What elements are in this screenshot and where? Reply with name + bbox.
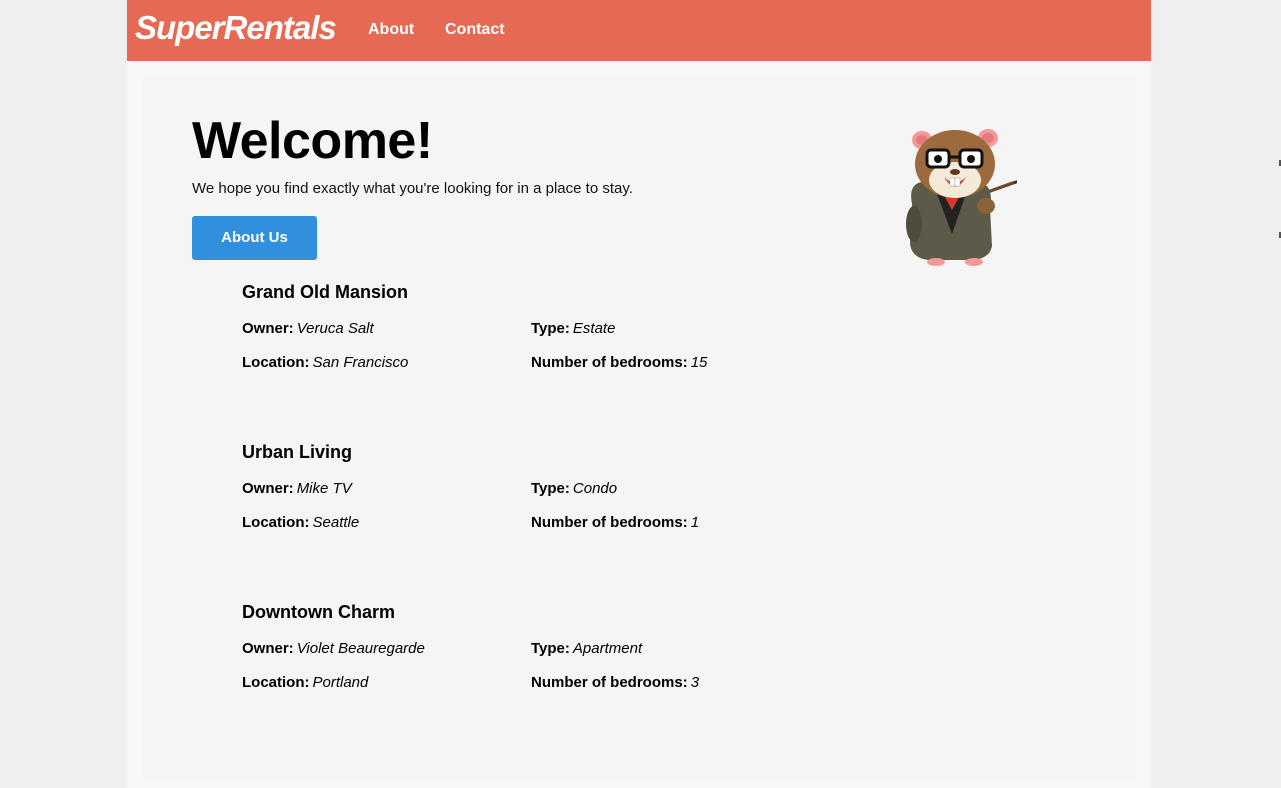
rental-type: Type: Apartment [531,640,642,657]
rental-type: Type: Estate [531,320,615,337]
bedrooms-label: Number of bedrooms: [531,354,688,371]
tomster-mascot-icon [906,129,1017,266]
bedrooms-label: Number of bedrooms: [531,514,688,531]
rental-location: Location: San Francisco [242,354,408,371]
rental-owner: Owner: Violet Beauregarde [242,640,425,657]
location-value: Portland [312,674,369,691]
welcome-tagline: We hope you find exactly what you're loo… [192,180,633,197]
type-label: Type: [531,320,570,337]
bedrooms-value: 1 [690,514,700,531]
owner-value: Violet Beauregarde [296,640,425,657]
rental-bedrooms: Number of bedrooms: 15 [531,354,707,371]
nav-link-contact[interactable]: Contact [445,21,505,39]
type-label: Type: [531,480,570,497]
content-panel: Welcome! We hope you find exactly what y… [142,76,1136,779]
location-label: Location: [242,354,310,371]
location-value: Seattle [312,514,360,531]
owner-label: Owner: [242,640,294,657]
welcome-heading: Welcome! [192,112,433,170]
type-value: Estate [572,320,616,337]
rental-bedrooms: Number of bedrooms: 1 [531,514,699,531]
rental-title: Grand Old Mansion [242,282,409,302]
type-value: Apartment [572,640,643,657]
rental-listing: Urban Living Owner: Mike TV Type: Condo Lo… [242,442,802,562]
location-value: San Francisco [312,354,409,371]
rental-type: Type: Condo [531,480,617,497]
nav-link-about[interactable]: About [368,21,414,39]
rental-location: Location: Portland [242,674,368,691]
rental-owner: Owner: Mike TV [242,480,352,497]
owner-label: Owner: [242,480,294,497]
rental-owner: Owner: Veruca Salt [242,320,374,337]
rental-title: Urban Living [242,442,353,462]
brand-logo-link[interactable]: SuperRentals [135,9,337,47]
owner-label: Owner: [242,320,294,337]
owner-value: Mike TV [296,480,352,497]
type-label: Type: [531,640,570,657]
owner-value: Veruca Salt [296,320,374,337]
bedrooms-label: Number of bedrooms: [531,674,688,691]
about-us-button[interactable]: About Us [192,216,317,260]
location-label: Location: [242,674,310,691]
location-label: Location: [242,514,310,531]
bedrooms-value: 15 [690,354,708,371]
page-container: SuperRentals About Contact Welcome! We h… [127,0,1151,788]
top-menu-bar: SuperRentals About Contact [127,0,1151,61]
type-value: Condo [572,480,618,497]
rental-listing: Grand Old Mansion Owner: Veruca Salt Type… [242,282,802,402]
rental-location: Location: Seattle [242,514,359,531]
bedrooms-value: 3 [690,674,700,691]
rental-listing: Downtown Charm Owner: Violet Beauregarde … [242,602,802,722]
rental-title: Downtown Charm [242,602,395,622]
rental-bedrooms: Number of bedrooms: 3 [531,674,699,691]
